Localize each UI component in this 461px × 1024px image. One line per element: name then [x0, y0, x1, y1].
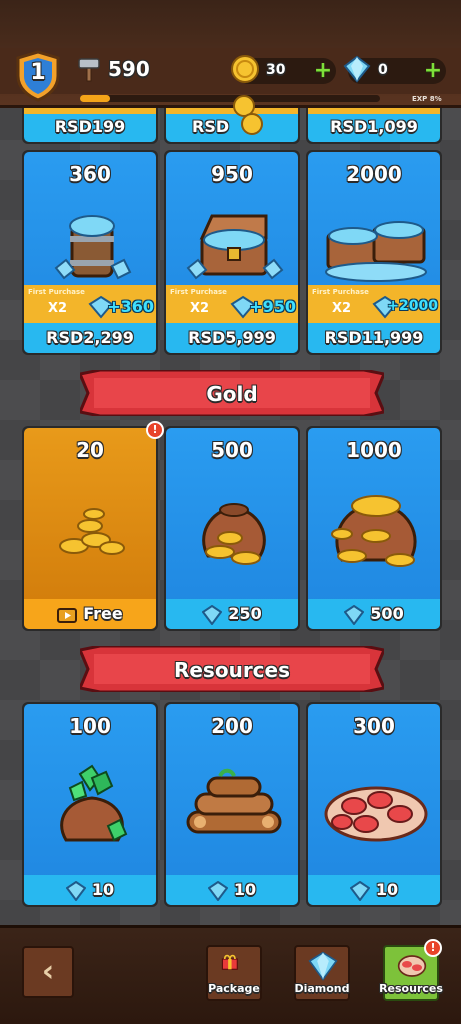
diamond-pack-price-1[interactable]: RSD199 [22, 108, 158, 144]
xp-bar-fill [80, 95, 110, 102]
card-body: 1000 500 [308, 428, 440, 629]
tab-package-label: Package [208, 982, 260, 995]
gold-pack-card-free[interactable]: 20 Free [22, 426, 158, 631]
card-body: 100 10 [24, 704, 156, 905]
bonus-multiplier: X2 [190, 301, 210, 316]
first-purchase-label: First Purchase [170, 288, 227, 296]
bonus-amount: +2000 [387, 298, 438, 314]
gem-chests-icon [325, 221, 427, 282]
resource-pack-card[interactable]: 200 10 [164, 702, 300, 907]
gem-chest-icon [186, 214, 284, 280]
gold-pack-card[interactable]: 1000 500 [306, 426, 442, 631]
pack-amount: 1000 [346, 438, 402, 462]
buy-button[interactable]: 10 [308, 875, 440, 905]
free-label: Free [83, 604, 123, 623]
diamond-icon [207, 880, 228, 901]
pack-amount: 500 [211, 438, 253, 462]
buy-button[interactable]: 10 [166, 875, 298, 905]
bonus-multiplier: X2 [48, 301, 68, 316]
coin-stack-icon [233, 95, 263, 135]
tab-resources-label: Resources [379, 982, 443, 995]
first-purchase-stripe [308, 108, 440, 114]
cost-label: 10 [375, 880, 399, 899]
resources-section-title: Resources [173, 658, 291, 682]
buy-button[interactable]: 250 [166, 599, 298, 629]
price-label: RSD11,999 [308, 323, 440, 353]
first-purchase-label: First Purchase [28, 288, 85, 296]
pack-amount: 100 [69, 714, 111, 738]
back-button[interactable]: ‹ [22, 946, 74, 998]
gold-section-title: Gold [206, 382, 258, 406]
first-purchase-bonus: First Purchase X2 +360 [24, 285, 156, 323]
diamond-icon [308, 951, 338, 981]
video-ad-icon [57, 607, 78, 623]
card-body: 200 10 [166, 704, 298, 905]
pack-amount: 300 [353, 714, 395, 738]
diamond-icon [343, 55, 371, 83]
add-gold-button[interactable]: + [310, 58, 336, 84]
gold-coins-icon [59, 508, 125, 555]
gift-box-icon [221, 954, 238, 970]
price-label: RSD2,299 [24, 323, 156, 353]
diamond-pack-card[interactable]: 2000 First Purchase X2 +2000 RSD11,999 [306, 150, 442, 355]
card-body: 2000 First Purchase X2 +2000 RSD11,999 [308, 152, 440, 353]
level-number: 1 [30, 60, 46, 85]
diamond-icon [344, 604, 365, 625]
diamond-pack-price-3[interactable]: RSD1,099 [306, 108, 442, 144]
cost-label: 10 [91, 880, 115, 899]
first-purchase-label: First Purchase [312, 288, 369, 296]
card-body: 950 First Purchase X2 +950 RSD5,999 [166, 152, 298, 353]
pack-amount: 200 [211, 714, 253, 738]
tab-diamond-label: Diamond [294, 982, 350, 995]
resource-pack-card[interactable]: 100 10 [22, 702, 158, 907]
watch-ad-button[interactable]: Free [24, 599, 156, 629]
first-purchase-bonus: First Purchase X2 +950 [166, 285, 298, 323]
first-purchase-bonus: First Purchase X2 +2000 [308, 285, 440, 323]
buy-button[interactable]: 10 [24, 875, 156, 905]
cost-label: 10 [233, 880, 257, 899]
diamond-pack-card[interactable]: 360 First Purchase X2 +360 RSD2,299 [22, 150, 158, 355]
gold-sacks-icon [331, 495, 417, 567]
card-body: 20 Free [24, 428, 156, 629]
card-body: 360 First Purchase X2 +360 RSD2,299 [24, 152, 156, 353]
pack-amount: 2000 [346, 162, 402, 186]
bonus-amount: +360 [107, 297, 154, 316]
gold-coin-icon [231, 55, 259, 83]
pack-amount: 360 [69, 162, 111, 186]
resource-pack-card[interactable]: 300 10 [306, 702, 442, 907]
bonus-amount: +950 [249, 297, 296, 316]
gold-pack-card[interactable]: 500 250 [164, 426, 300, 631]
gem-amount: 0 [378, 62, 388, 78]
first-purchase-stripe [24, 108, 156, 114]
diamond-icon [349, 880, 370, 901]
diamond-icon [65, 880, 86, 901]
bonus-multiplier: X2 [332, 301, 352, 316]
meat-icon [397, 955, 427, 977]
add-gem-button[interactable]: + [420, 58, 446, 84]
hammer-icon [78, 58, 100, 82]
wood-logs-icon [186, 768, 282, 834]
pack-amount: 20 [76, 438, 104, 462]
power-value: 590 [108, 57, 150, 81]
buy-button[interactable]: 500 [308, 599, 440, 629]
cost-label: 250 [228, 604, 262, 623]
card-body: 300 10 [308, 704, 440, 905]
notification-badge: ! [146, 421, 164, 439]
emerald-bag-icon [60, 764, 128, 842]
cost-label: 500 [370, 604, 404, 623]
gold-sack-icon [202, 503, 266, 565]
price-label: RSD5,999 [166, 323, 298, 353]
diamond-pack-card[interactable]: 950 First Purchase X2 +950 RSD5,999 [164, 150, 300, 355]
pack-amount: 950 [211, 162, 253, 186]
xp-label: EXP 8% [412, 95, 442, 103]
gold-amount: 30 [266, 62, 286, 78]
card-body: 500 250 [166, 428, 298, 629]
meat-pile-icon [324, 786, 428, 842]
gem-barrel-icon [54, 215, 132, 280]
notification-badge: ! [424, 939, 442, 957]
diamond-icon [202, 604, 223, 625]
